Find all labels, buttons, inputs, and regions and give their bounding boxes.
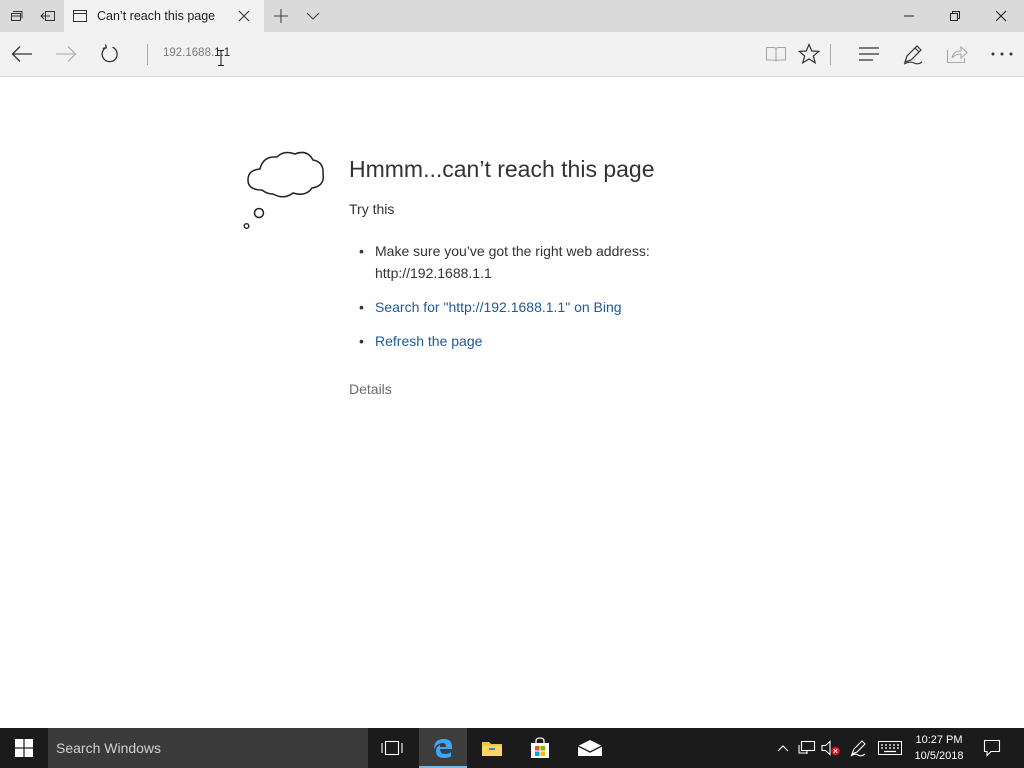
taskbar-search-box[interactable]: Search Windows [48, 728, 368, 768]
taskbar-clock[interactable]: 10:27 PM 10/5/2018 [905, 732, 973, 764]
favorite-button[interactable] [787, 32, 831, 76]
forward-icon [56, 46, 77, 62]
taskbar-edge[interactable] [419, 728, 467, 768]
details-toggle[interactable]: Details [349, 381, 392, 397]
keyboard-icon [878, 741, 902, 755]
taskbar-search-placeholder: Search Windows [56, 740, 162, 756]
suggestion-refresh: Refresh the page [349, 330, 749, 352]
action-center-button[interactable] [980, 728, 1004, 768]
close-window-icon [995, 10, 1007, 22]
pen-icon [850, 740, 866, 757]
suggestion-list: Make sure you’ve got the right web addre… [349, 240, 749, 364]
edge-icon [434, 739, 452, 758]
toolbar-separator [830, 44, 831, 65]
address-text-before-cursor: 192.1688. [163, 47, 215, 59]
tab-list-button[interactable] [0, 0, 32, 32]
file-explorer-icon [482, 742, 502, 756]
network-button[interactable] [796, 728, 818, 768]
task-view-icon [381, 740, 403, 756]
navigation-toolbar: 192.1688.1.1 [0, 32, 1024, 77]
minimize-button[interactable] [886, 0, 932, 32]
web-note-icon [903, 45, 923, 65]
clock-time: 10:27 PM [915, 734, 963, 746]
reading-view-icon [765, 46, 787, 62]
store-icon [531, 737, 549, 758]
title-bar: Can’t reach this page [0, 0, 1024, 32]
volume-muted-icon [821, 740, 840, 756]
mail-icon [577, 740, 603, 756]
suggestion-check-address: Make sure you’ve got the right web addre… [349, 240, 749, 284]
volume-button[interactable] [820, 728, 842, 768]
taskbar-store[interactable] [516, 728, 564, 768]
taskbar-file-explorer[interactable] [468, 728, 516, 768]
restore-icon [950, 11, 960, 21]
taskbar: Search Windows 10:27 PM 10/5/2018 [0, 728, 1024, 768]
tab-preview-chevron-icon [306, 12, 320, 20]
back-button[interactable] [0, 32, 44, 76]
search-bing-link[interactable]: Search for "http://192.1688.1.1" on Bing [375, 299, 622, 315]
suggestion-search-bing: Search for "http://192.1688.1.1" on Bing [349, 296, 749, 318]
close-window-button[interactable] [978, 0, 1024, 32]
try-this-label: Try this [349, 201, 395, 217]
network-icon [798, 740, 816, 754]
active-tab[interactable]: Can’t reach this page [64, 0, 264, 32]
start-button[interactable] [0, 728, 48, 768]
tab-title: Can’t reach this page [97, 9, 216, 23]
refresh-button[interactable] [88, 32, 132, 76]
web-note-button[interactable] [891, 32, 935, 76]
set-aside-tabs-button[interactable] [32, 0, 64, 32]
refresh-page-link[interactable]: Refresh the page [375, 333, 482, 349]
address-separator [147, 44, 148, 65]
task-view-button[interactable] [368, 728, 416, 768]
tab-preview-button[interactable] [297, 0, 329, 32]
clock-date: 10/5/2018 [914, 750, 964, 762]
thought-cloud-icon [243, 151, 325, 229]
new-tab-icon [274, 9, 288, 23]
windows-ink-button[interactable] [847, 728, 869, 768]
new-tab-button[interactable] [265, 0, 297, 32]
more-button[interactable] [980, 32, 1024, 76]
refresh-icon [101, 44, 118, 63]
tab-list-icon [11, 11, 23, 21]
windows-logo-icon [15, 739, 33, 757]
close-tab-button[interactable] [236, 8, 252, 24]
close-tab-icon [238, 10, 250, 22]
minimize-icon [904, 15, 914, 17]
share-button[interactable] [935, 32, 979, 76]
taskbar-mail[interactable] [566, 728, 614, 768]
error-heading: Hmmm...can’t reach this page [349, 156, 655, 182]
hub-icon [859, 47, 879, 61]
set-aside-tabs-icon [40, 11, 55, 21]
restore-button[interactable] [932, 0, 978, 32]
action-center-icon [983, 739, 1001, 757]
forward-button[interactable] [44, 32, 88, 76]
suggestion-check-address-text: Make sure you’ve got the right web addre… [375, 243, 650, 259]
favorite-star-icon [798, 43, 820, 65]
tab-favicon-icon [73, 10, 87, 22]
touch-keyboard-button[interactable] [877, 728, 903, 768]
text-cursor-icon [218, 50, 224, 66]
chevron-up-icon [777, 745, 789, 752]
more-icon [991, 52, 1013, 56]
suggestion-url-text: http://192.1688.1.1 [375, 265, 492, 281]
share-icon [946, 45, 968, 64]
hub-button[interactable] [847, 32, 891, 76]
show-hidden-icons-button[interactable] [774, 728, 792, 768]
back-icon [11, 46, 32, 62]
